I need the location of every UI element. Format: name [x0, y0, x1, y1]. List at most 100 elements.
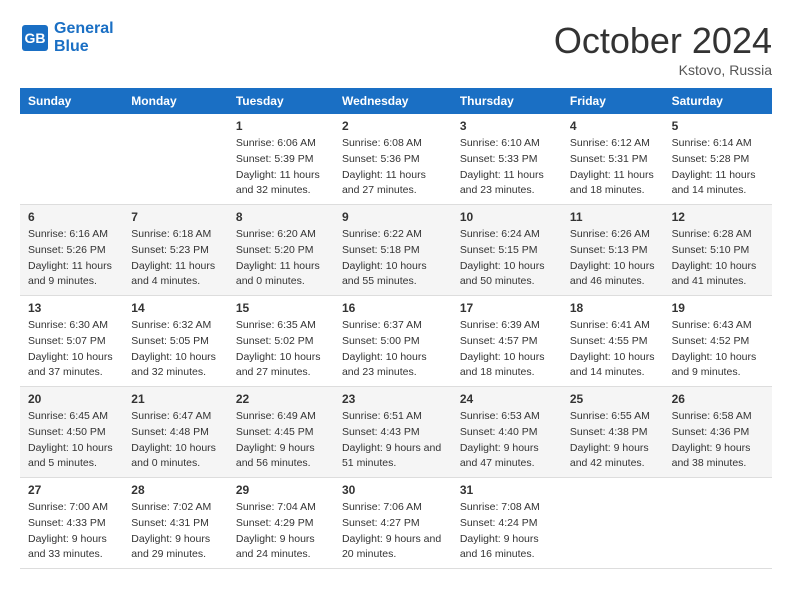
day-number: 30 — [342, 483, 444, 497]
weekday-header-wednesday: Wednesday — [334, 88, 452, 114]
calendar-cell: 19 Sunrise: 6:43 AMSunset: 4:52 PMDayligh… — [664, 296, 772, 387]
calendar-cell: 28 Sunrise: 7:02 AMSunset: 4:31 PMDayligh… — [123, 478, 228, 569]
day-detail: Sunrise: 6:26 AMSunset: 5:13 PMDaylight:… — [570, 227, 656, 290]
day-detail: Sunrise: 6:39 AMSunset: 4:57 PMDaylight:… — [460, 318, 554, 381]
day-detail: Sunrise: 6:12 AMSunset: 5:31 PMDaylight:… — [570, 136, 656, 199]
calendar-cell: 25Sunrise: 6:55 AMSunset: 4:38 PMDayligh… — [562, 387, 664, 478]
calendar-cell: 31Sunrise: 7:08 AMSunset: 4:24 PMDayligh… — [452, 478, 562, 569]
day-number: 1 — [236, 119, 326, 133]
day-number: 27 — [28, 483, 115, 497]
calendar-cell: 7 Sunrise: 6:18 AMSunset: 5:23 PMDaylight… — [123, 205, 228, 296]
weekday-header-friday: Friday — [562, 88, 664, 114]
calendar-cell: 6Sunrise: 6:16 AMSunset: 5:26 PMDaylight… — [20, 205, 123, 296]
day-detail: Sunrise: 6:43 AMSunset: 4:52 PMDaylight:… — [672, 318, 764, 381]
calendar-table: SundayMondayTuesdayWednesdayThursdayFrid… — [20, 88, 772, 569]
day-number: 7 — [131, 210, 220, 224]
title-block: October 2024 Kstovo, Russia — [554, 20, 772, 78]
calendar-cell: 24 Sunrise: 6:53 AMSunset: 4:40 PMDayligh… — [452, 387, 562, 478]
day-number: 9 — [342, 210, 444, 224]
page-header: GB General Blue October 2024 Kstovo, Rus… — [20, 20, 772, 78]
day-number: 5 — [672, 119, 764, 133]
logo-subtext: Blue — [54, 38, 114, 56]
day-detail: Sunrise: 6:32 AMSunset: 5:05 PMDaylight:… — [131, 318, 220, 381]
day-detail: Sunrise: 6:47 AMSunset: 4:48 PMDaylight:… — [131, 409, 220, 472]
day-number: 8 — [236, 210, 326, 224]
day-number: 10 — [460, 210, 554, 224]
day-number: 4 — [570, 119, 656, 133]
day-number: 29 — [236, 483, 326, 497]
day-number: 15 — [236, 301, 326, 315]
day-number: 26 — [672, 392, 764, 406]
weekday-header-monday: Monday — [123, 88, 228, 114]
day-detail: Sunrise: 6:35 AMSunset: 5:02 PMDaylight:… — [236, 318, 326, 381]
calendar-cell: 4 Sunrise: 6:12 AMSunset: 5:31 PMDaylight… — [562, 114, 664, 205]
month-title: October 2024 — [554, 20, 772, 62]
calendar-cell: 2 Sunrise: 6:08 AMSunset: 5:36 PMDaylight… — [334, 114, 452, 205]
calendar-cell — [20, 114, 123, 205]
day-number: 20 — [28, 392, 115, 406]
day-detail: Sunrise: 6:30 AMSunset: 5:07 PMDaylight:… — [28, 318, 115, 381]
calendar-cell: 12Sunrise: 6:28 AMSunset: 5:10 PMDayligh… — [664, 205, 772, 296]
calendar-cell: 11 Sunrise: 6:26 AMSunset: 5:13 PMDayligh… — [562, 205, 664, 296]
weekday-header-tuesday: Tuesday — [228, 88, 334, 114]
day-detail: Sunrise: 6:10 AMSunset: 5:33 PMDaylight:… — [460, 136, 554, 199]
day-detail: Sunrise: 6:53 AMSunset: 4:40 PMDaylight:… — [460, 409, 554, 472]
calendar-cell: 29 Sunrise: 7:04 AMSunset: 4:29 PMDayligh… — [228, 478, 334, 569]
calendar-cell: 22Sunrise: 6:49 AMSunset: 4:45 PMDayligh… — [228, 387, 334, 478]
day-detail: Sunrise: 6:18 AMSunset: 5:23 PMDaylight:… — [131, 227, 220, 290]
day-number: 23 — [342, 392, 444, 406]
day-number: 25 — [570, 392, 656, 406]
day-number: 28 — [131, 483, 220, 497]
day-number: 17 — [460, 301, 554, 315]
day-number: 19 — [672, 301, 764, 315]
day-number: 22 — [236, 392, 326, 406]
calendar-cell: 3 Sunrise: 6:10 AMSunset: 5:33 PMDaylight… — [452, 114, 562, 205]
day-detail: Sunrise: 7:02 AMSunset: 4:31 PMDaylight:… — [131, 500, 220, 563]
calendar-cell: 27Sunrise: 7:00 AMSunset: 4:33 PMDayligh… — [20, 478, 123, 569]
calendar-cell: 1Sunrise: 6:06 AMSunset: 5:39 PMDaylight… — [228, 114, 334, 205]
day-number: 16 — [342, 301, 444, 315]
calendar-cell: 18 Sunrise: 6:41 AMSunset: 4:55 PMDayligh… — [562, 296, 664, 387]
day-number: 2 — [342, 119, 444, 133]
calendar-week-row: 20Sunrise: 6:45 AMSunset: 4:50 PMDayligh… — [20, 387, 772, 478]
svg-text:GB: GB — [25, 30, 46, 46]
day-detail: Sunrise: 7:06 AMSunset: 4:27 PMDaylight:… — [342, 500, 444, 563]
day-detail: Sunrise: 6:14 AMSunset: 5:28 PMDaylight:… — [672, 136, 764, 199]
calendar-cell: 23 Sunrise: 6:51 AMSunset: 4:43 PMDayligh… — [334, 387, 452, 478]
day-detail: Sunrise: 6:08 AMSunset: 5:36 PMDaylight:… — [342, 136, 444, 199]
day-detail: Sunrise: 6:24 AMSunset: 5:15 PMDaylight:… — [460, 227, 554, 290]
day-detail: Sunrise: 6:58 AMSunset: 4:36 PMDaylight:… — [672, 409, 764, 472]
day-number: 12 — [672, 210, 764, 224]
calendar-cell: 13 Sunrise: 6:30 AMSunset: 5:07 PMDayligh… — [20, 296, 123, 387]
day-detail: Sunrise: 6:20 AMSunset: 5:20 PMDaylight:… — [236, 227, 326, 290]
calendar-cell — [562, 478, 664, 569]
day-detail: Sunrise: 6:37 AMSunset: 5:00 PMDaylight:… — [342, 318, 444, 381]
calendar-cell: 30 Sunrise: 7:06 AMSunset: 4:27 PMDayligh… — [334, 478, 452, 569]
calendar-cell: 9 Sunrise: 6:22 AMSunset: 5:18 PMDaylight… — [334, 205, 452, 296]
calendar-week-row: 27Sunrise: 7:00 AMSunset: 4:33 PMDayligh… — [20, 478, 772, 569]
logo-icon: GB — [20, 23, 50, 53]
weekday-header-saturday: Saturday — [664, 88, 772, 114]
day-detail: Sunrise: 6:41 AMSunset: 4:55 PMDaylight:… — [570, 318, 656, 381]
day-detail: Sunrise: 6:22 AMSunset: 5:18 PMDaylight:… — [342, 227, 444, 290]
day-number: 18 — [570, 301, 656, 315]
day-detail: Sunrise: 6:16 AMSunset: 5:26 PMDaylight:… — [28, 227, 115, 290]
calendar-cell: 5 Sunrise: 6:14 AMSunset: 5:28 PMDaylight… — [664, 114, 772, 205]
logo-text: General — [54, 20, 114, 38]
day-number: 11 — [570, 210, 656, 224]
day-detail: Sunrise: 6:51 AMSunset: 4:43 PMDaylight:… — [342, 409, 444, 472]
weekday-header-row: SundayMondayTuesdayWednesdayThursdayFrid… — [20, 88, 772, 114]
day-number: 21 — [131, 392, 220, 406]
day-number: 3 — [460, 119, 554, 133]
calendar-cell: 20Sunrise: 6:45 AMSunset: 4:50 PMDayligh… — [20, 387, 123, 478]
day-number: 13 — [28, 301, 115, 315]
calendar-cell: 10 Sunrise: 6:24 AMSunset: 5:15 PMDayligh… — [452, 205, 562, 296]
calendar-cell — [664, 478, 772, 569]
day-detail: Sunrise: 7:08 AMSunset: 4:24 PMDaylight:… — [460, 500, 554, 563]
calendar-week-row: 6Sunrise: 6:16 AMSunset: 5:26 PMDaylight… — [20, 205, 772, 296]
day-number: 24 — [460, 392, 554, 406]
logo: GB General Blue — [20, 20, 114, 55]
calendar-cell: 17 Sunrise: 6:39 AMSunset: 4:57 PMDayligh… — [452, 296, 562, 387]
day-detail: Sunrise: 7:04 AMSunset: 4:29 PMDaylight:… — [236, 500, 326, 563]
calendar-cell: 8 Sunrise: 6:20 AMSunset: 5:20 PMDaylight… — [228, 205, 334, 296]
